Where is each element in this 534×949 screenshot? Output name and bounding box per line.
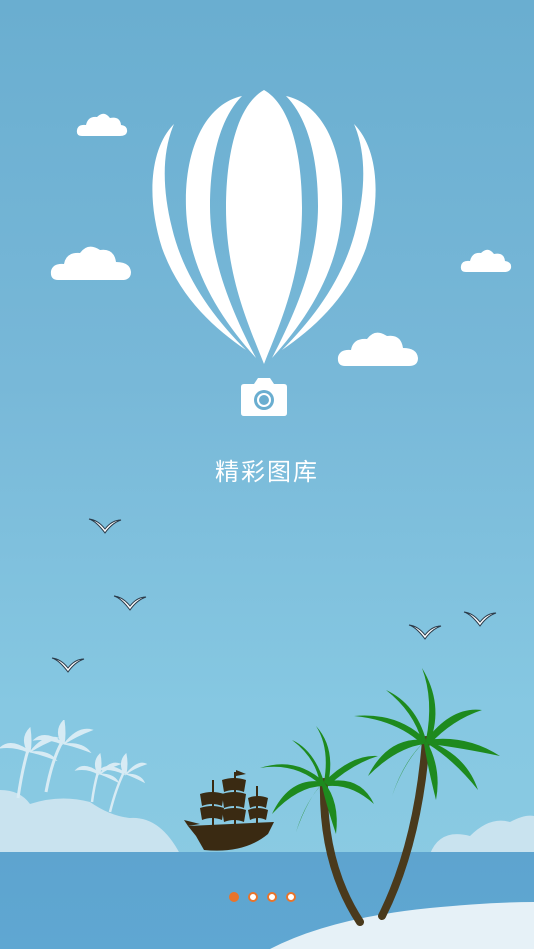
splash-screen: 精彩图库 [0,0,534,949]
palm-tree-icon [260,668,500,926]
page-dot-4[interactable] [286,892,296,902]
bird-icon [408,624,442,640]
cloud-icon [50,246,132,280]
page-dot-2[interactable] [248,892,258,902]
app-title: 精彩图库 [215,458,319,486]
camera-icon [241,378,287,416]
bird-icon [88,518,122,534]
page-indicator [229,892,296,902]
page-dot-1[interactable] [229,892,239,902]
cloud-icon [460,249,512,272]
bird-icon [51,657,85,673]
balloon-logo-icon [152,90,376,364]
cloud-icon [76,113,128,136]
bird-icon [463,611,497,627]
bird-icon [113,595,147,611]
page-dot-3[interactable] [267,892,277,902]
